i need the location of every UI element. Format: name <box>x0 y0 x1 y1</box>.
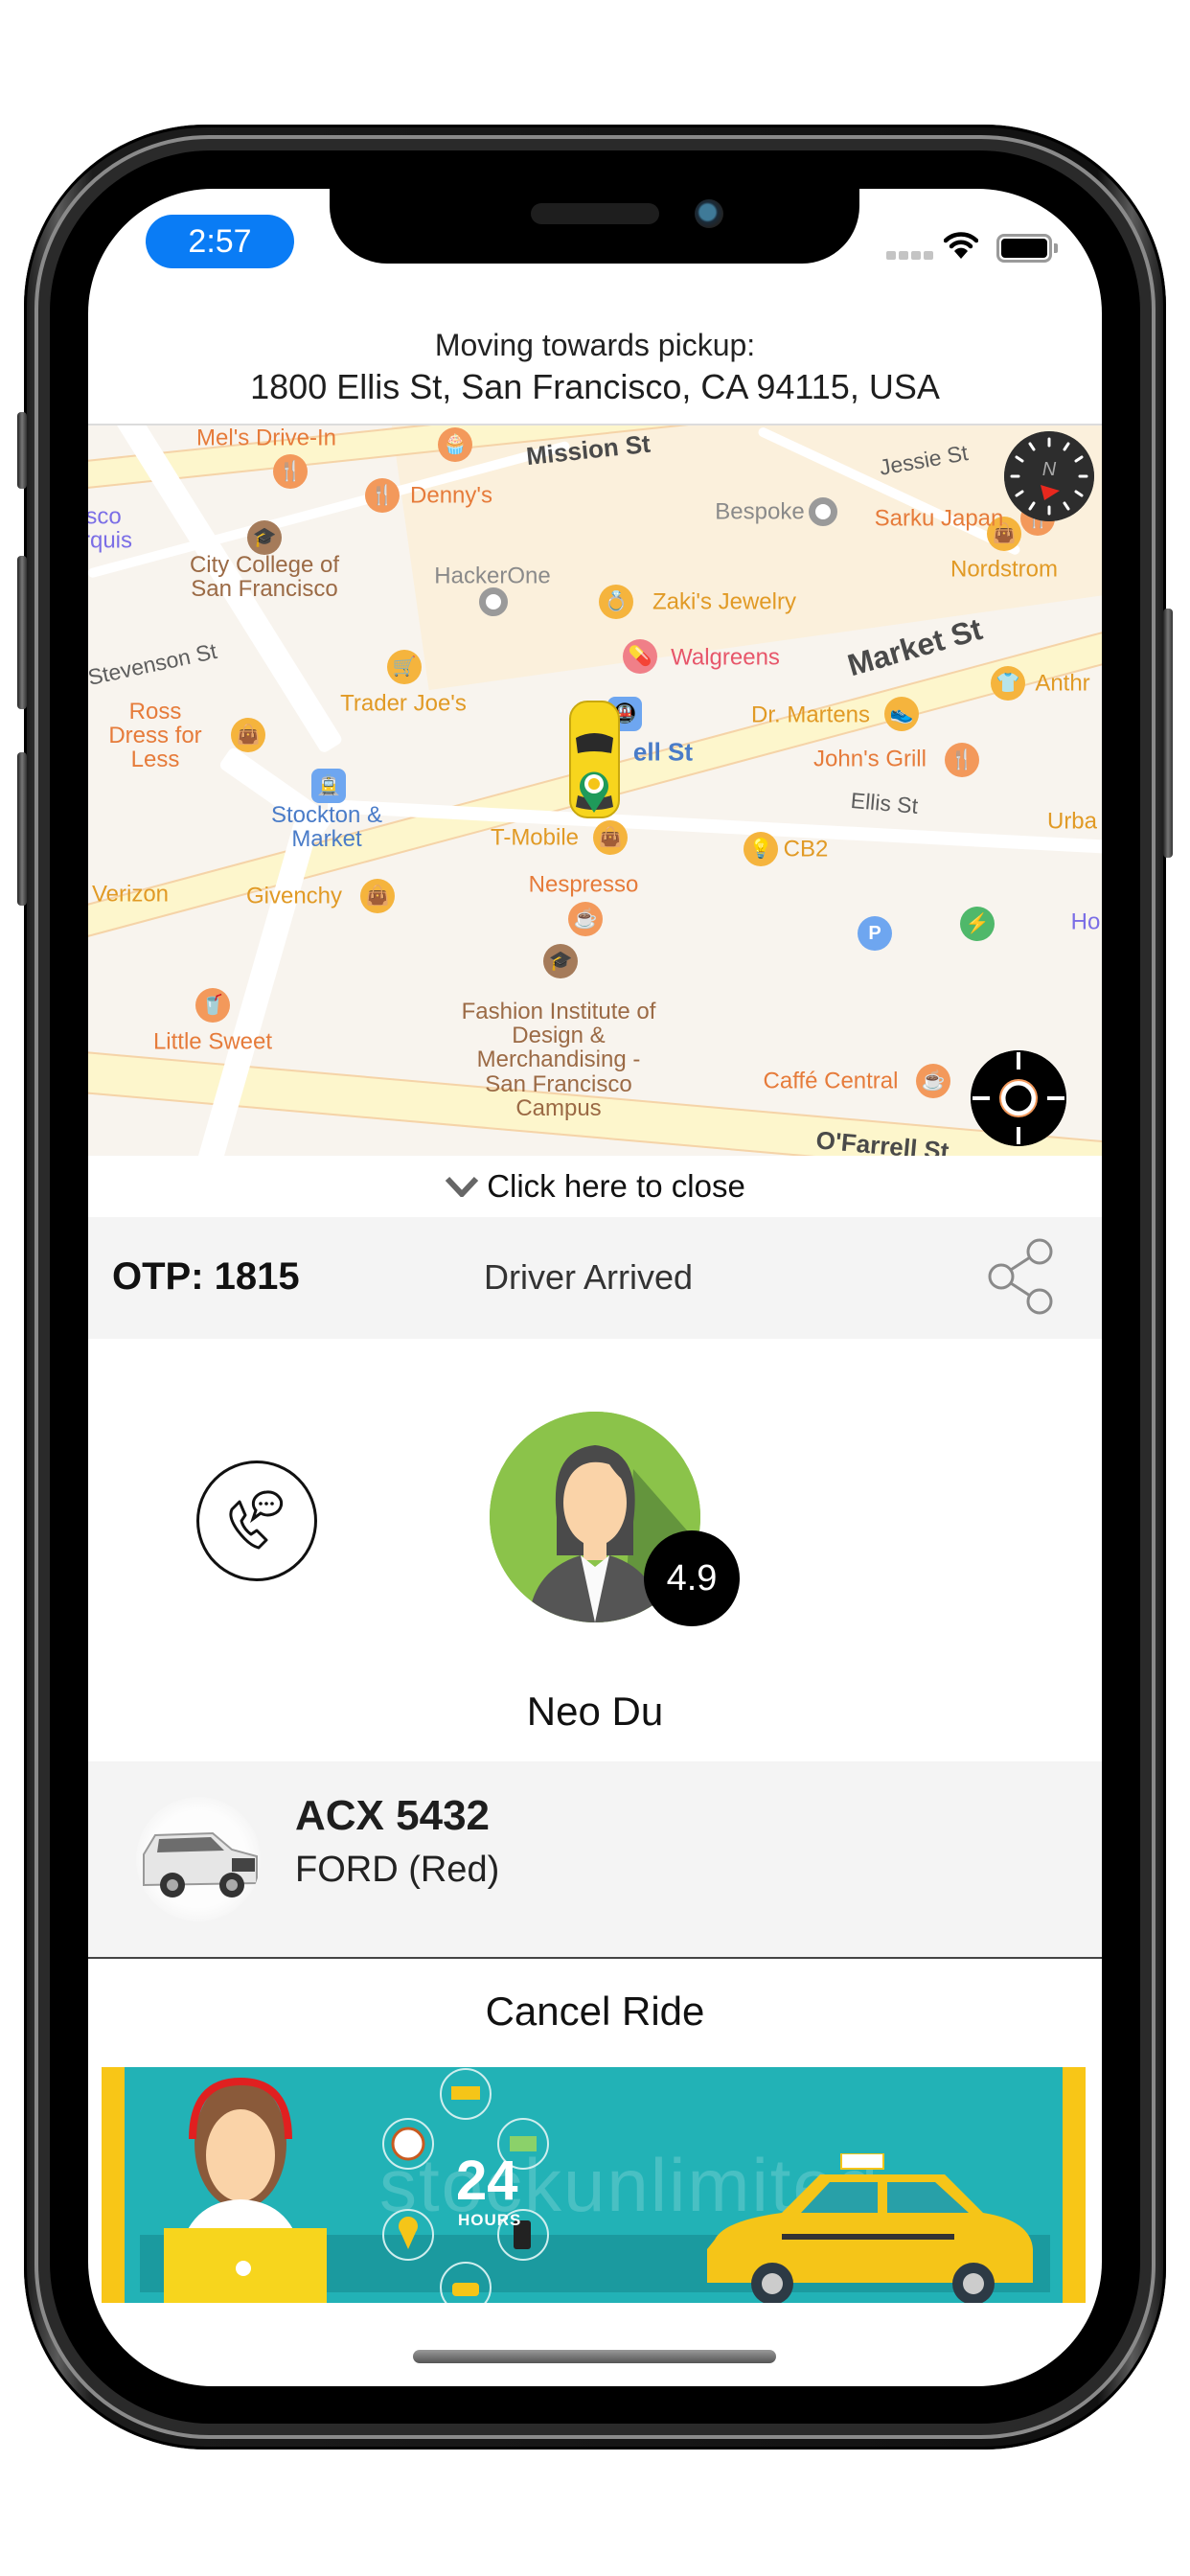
drink-icon[interactable]: 🥤 <box>195 988 230 1023</box>
street-label: Stevenson St <box>88 637 219 690</box>
power-button <box>1163 609 1173 858</box>
place-label: Walgreens <box>671 644 780 671</box>
call-chat-icon <box>229 1490 284 1550</box>
cancel-ride-button[interactable]: Cancel Ride <box>88 1959 1102 2064</box>
chevron-down-icon <box>445 1176 479 1197</box>
shoe-icon[interactable]: 👟 <box>884 697 919 731</box>
street-label: ell St <box>632 737 694 767</box>
education-icon[interactable]: 🎓 <box>247 520 282 555</box>
vehicle-photo <box>136 1797 261 1921</box>
parking-icon[interactable]: P <box>858 916 892 951</box>
place-label: CB2 <box>783 836 829 862</box>
support-agent-illustration <box>164 2077 327 2303</box>
place-label: rquis <box>88 527 133 554</box>
banner-24: 24 <box>456 2150 518 2212</box>
place-icon[interactable] <box>479 587 508 616</box>
status-time: 2:57 <box>146 215 294 268</box>
lamp-icon[interactable]: 💡 <box>744 832 778 866</box>
tram-icon[interactable]: 🚊 <box>311 769 346 803</box>
cellular-signal-icon <box>886 251 934 261</box>
shopping-bag-icon[interactable]: 👜 <box>360 879 395 913</box>
place-label: John's Grill <box>813 746 927 772</box>
place-label: T-Mobile <box>490 824 580 851</box>
bakery-icon[interactable]: 🧁 <box>438 427 472 462</box>
pickup-address: 1800 Ellis St, San Francisco, CA 94115, … <box>250 367 940 406</box>
front-camera <box>695 199 723 228</box>
place-label: Nordstrom <box>950 556 1059 583</box>
place-label: Caffé Central <box>763 1068 899 1094</box>
pickup-status-title: Moving towards pickup: <box>434 328 756 362</box>
call-driver-button[interactable] <box>196 1460 317 1581</box>
otp-code: OTP: 1815 <box>112 1255 300 1298</box>
street-label: Ellis St <box>849 787 920 818</box>
vehicle-plate: ACX 5432 <box>295 1792 491 1839</box>
pharmacy-icon[interactable]: 💊 <box>623 639 657 674</box>
place-label: Stockton & Market <box>270 801 383 852</box>
place-label: HackerOne <box>434 563 551 589</box>
place-label: sco <box>88 503 122 530</box>
volume-up-button <box>17 556 27 709</box>
close-panel-toggle[interactable]: Click here to close <box>88 1156 1102 1217</box>
volume-down-button <box>17 752 27 906</box>
place-label: Fashion Institute of Design & Merchandis… <box>461 999 656 1121</box>
place-label: Little Sweet <box>152 1028 273 1055</box>
cafe-icon[interactable]: ☕ <box>916 1064 950 1098</box>
place-label: Zaki's Jewelry <box>652 588 796 615</box>
earpiece-speaker <box>531 203 659 224</box>
shopping-bag-icon[interactable]: 👜 <box>593 820 628 855</box>
grocery-cart-icon[interactable]: 🛒 <box>387 650 422 684</box>
cafe-icon[interactable]: ☕ <box>568 902 603 936</box>
place-label: Ho <box>1070 908 1101 935</box>
taxi-illustration <box>707 2153 1033 2303</box>
place-icon[interactable] <box>809 497 837 526</box>
home-indicator[interactable] <box>413 2350 776 2363</box>
my-location-icon[interactable] <box>971 1050 1066 1146</box>
place-label: Givenchy <box>245 883 343 909</box>
place-label: Trader Joe's <box>340 690 467 717</box>
ride-status: Driver Arrived <box>484 1257 694 1297</box>
place-label: Ross Dress for Less <box>108 699 202 773</box>
jewelry-icon[interactable]: 💍 <box>599 585 633 619</box>
ev-charger-icon[interactable]: ⚡ <box>960 907 995 941</box>
promo-banner[interactable]: stockunlimited 24 HOURS <box>102 2067 1086 2303</box>
suv-image <box>143 1831 258 1898</box>
place-label: Nespresso <box>528 871 639 898</box>
place-label: Sarku Japan <box>874 505 1004 532</box>
place-label: Bespoke <box>715 498 805 525</box>
vehicle-model: FORD (Red) <box>295 1850 500 1890</box>
place-label: Denny's <box>410 482 492 509</box>
place-label: Dr. Martens <box>750 702 871 728</box>
close-panel-label: Click here to close <box>487 1168 745 1204</box>
compass-icon[interactable]: N <box>1004 431 1094 521</box>
place-label: Verizon <box>91 881 170 908</box>
clothing-icon[interactable]: 👕 <box>991 666 1025 701</box>
banner-stripe <box>1063 2067 1086 2303</box>
restaurant-icon[interactable]: 🍴 <box>365 478 400 513</box>
restaurant-icon[interactable]: 🍴 <box>273 454 308 489</box>
place-label: Anthr <box>1035 670 1090 697</box>
place-label: Mel's Drive-In <box>196 425 336 451</box>
share-icon[interactable] <box>982 1236 1059 1317</box>
taxi-car-icon <box>569 701 620 818</box>
mute-switch <box>17 412 27 489</box>
banner-hours: HOURS <box>458 2211 522 2229</box>
wifi-icon <box>944 232 978 259</box>
education-icon[interactable]: 🎓 <box>543 944 578 978</box>
driver-name: Neo Du <box>526 1689 664 1734</box>
driver-rating-badge: 4.9 <box>644 1530 740 1626</box>
battery-tip <box>1054 243 1058 253</box>
restaurant-icon[interactable]: 🍴 <box>945 743 979 777</box>
svg-text:N: N <box>1042 459 1057 480</box>
battery-icon <box>996 234 1052 263</box>
place-label: City College of San Francisco <box>189 551 340 602</box>
shopping-bag-icon[interactable]: 👜 <box>231 718 265 752</box>
banner-stripe <box>102 2067 125 2303</box>
place-label: Urba <box>1046 808 1098 835</box>
